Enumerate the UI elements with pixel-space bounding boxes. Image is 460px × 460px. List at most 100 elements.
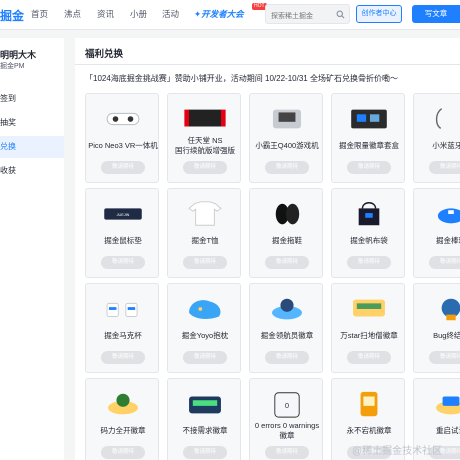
coming-soon-button[interactable]: 敬请期待 [347,351,391,364]
coming-soon-button[interactable]: 敬请期待 [183,161,227,174]
product-card[interactable]: 掘金T恤敬请期待 [167,188,241,278]
nav-dev-conference[interactable]: ✦开发者大会 [194,8,244,20]
product-name: 重启试试 [436,426,460,435]
creator-center-button[interactable]: 创作者中心 [356,5,402,23]
product-name: 掘金马克杯 [104,331,142,340]
coming-soon-button[interactable]: 敬请期待 [265,351,309,364]
product-card[interactable]: 掘金马克杯 敬请期待 [85,283,159,373]
nav-home[interactable]: 首页 [31,8,48,20]
product-name: 掘金T恤 [191,236,219,245]
page-title: 福利兑换 [85,49,124,60]
main-panel: 福利兑换 「1024海底掘金挑战赛」赞助小铺开业，活动期间 10/22-10/3… [75,38,460,460]
coding-badge-icon [108,393,138,415]
cap-icon [437,208,460,224]
game-console-icon [184,109,226,127]
write-article-button[interactable]: 写文章 [412,5,460,23]
product-card[interactable]: 0 0 errors 0 warnings 徽章敬请期待 [249,378,323,460]
coming-soon-button[interactable]: 敬请期待 [101,446,145,459]
no-downtime-badge-icon [360,391,378,417]
product-card[interactable]: 掘金领航员徽章敬请期待 [249,283,323,373]
product-card[interactable]: 掘金Yoyo抱枕 敬请期待 [167,283,241,373]
sidebar-item-exchange[interactable]: 兑换 [0,136,64,158]
product-name: 掘金限量徽章套盒 [339,141,399,150]
product-name: Bug终结者 [433,331,460,340]
zero-error-badge-icon: 0 [274,392,300,418]
product-card[interactable]: 码力全开徽章敬请期待 [85,378,159,460]
product-name: 小霸王Q400游戏机 [255,141,319,150]
product-card[interactable]: 万star扫地僧徽章敬请期待 [331,283,405,373]
sidebar-menu: 签到 抽奖 兑换 收获 [0,88,64,184]
top-header: 掘金 首页 沸点 资讯 小册 活动 ✦开发者大会 HOT 创作者中心 写文章 [0,0,460,30]
product-name: 掘金拖鞋 [272,236,302,245]
coming-soon-button[interactable]: 敬请期待 [183,351,227,364]
coming-soon-button[interactable]: 敬请期待 [183,446,227,459]
product-card[interactable]: 掘金限量徽章套盒敬请期待 [331,93,405,183]
sidebar-item-checkin[interactable]: 签到 [0,88,64,110]
product-name-line2: 国行续航版增强版 [175,146,235,155]
svg-text:JUEJIN: JUEJIN [117,213,130,217]
navigator-badge-icon [272,298,302,320]
restart-badge-icon [436,396,460,415]
product-card[interactable]: 掘金拖鞋 敬请期待 [249,188,323,278]
product-card[interactable]: Pico Neo3 VR一体机敬请期待 [85,93,159,183]
product-name: 掘金帆布袋 [350,236,388,245]
coming-soon-button[interactable]: 敬请期待 [183,256,227,269]
svg-text:0: 0 [285,401,289,410]
star-badge-icon [353,299,385,317]
product-name: 小米蓝牙项 [432,141,460,150]
handheld-console-icon [272,109,302,129]
user-name[interactable]: 明明大木 [0,48,36,61]
coming-soon-button[interactable]: 敬请期待 [101,161,145,174]
search-icon[interactable] [336,10,345,19]
pillow-icon [189,300,221,319]
coming-soon-button[interactable]: 敬请期待 [429,256,460,269]
product-card[interactable]: 小米蓝牙项敬请期待 [413,93,460,183]
product-name: Pico Neo3 VR一体机 [88,141,158,150]
nav-books[interactable]: 小册 [130,8,147,20]
tote-bag-icon [358,202,380,226]
sidebar-item-rewards[interactable]: 收获 [0,160,64,182]
product-card[interactable]: 掘金棒球敬请期待 [413,188,460,278]
user-subtitle: 掘金PM [0,63,25,70]
search-box[interactable] [265,4,350,26]
site-logo[interactable]: 掘金 [0,7,24,24]
coming-soon-button[interactable]: 敬请期待 [429,351,460,364]
nav-news[interactable]: 资讯 [97,8,114,20]
coming-soon-button[interactable]: 敬请期待 [265,256,309,269]
product-name: 掘金领航员徽章 [260,331,314,340]
coming-soon-button[interactable]: 敬请期待 [101,351,145,364]
product-name: 0 errors 0 warnings [254,421,320,430]
coming-soon-button[interactable]: 敬请期待 [347,256,391,269]
tshirt-icon [188,201,222,226]
watermark: @稀土掘金技术社区 [352,446,443,457]
sidebar: 明明大木 掘金PM 签到 抽奖 兑换 收获 [0,38,64,460]
product-card[interactable]: 小霸王Q400游戏机敬请期待 [249,93,323,183]
product-card[interactable]: JUEJIN 掘金鼠标垫 敬请期待 [85,188,159,278]
product-name-line2: 徽章 [279,431,295,440]
product-name: 掘金棒球 [436,236,460,245]
coming-soon-button[interactable]: 敬请期待 [101,256,145,269]
no-request-badge-icon [189,396,221,414]
mousepad-icon: JUEJIN [104,208,142,220]
bug-badge-icon [441,298,460,321]
coming-soon-button[interactable]: 敬请期待 [265,161,309,174]
product-card[interactable]: Bug终结者敬请期待 [413,283,460,373]
product-card[interactable]: 任天堂 NS 国行续航版增强版敬请期待 [167,93,241,183]
mug-icon [106,302,138,317]
product-card[interactable]: 掘金帆布袋 敬请期待 [331,188,405,278]
coming-soon-button[interactable]: 敬请期待 [347,161,391,174]
event-notice: 「1024海底掘金挑战赛」赞助小铺开业，活动期间 10/22-10/31 全场矿… [85,74,398,83]
product-name: 任天堂 NS [187,136,223,145]
nav-events[interactable]: 活动 [162,8,179,20]
coming-soon-button[interactable]: 敬请期待 [265,446,309,459]
slippers-icon [275,203,300,225]
nav-dev-conference-label: 开发者大会 [201,9,244,19]
coming-soon-button[interactable]: 敬请期待 [429,161,460,174]
badge-box-icon [351,109,387,129]
nav-pins[interactable]: 沸点 [64,8,81,20]
sidebar-item-lottery[interactable]: 抽奖 [0,112,64,134]
product-name: 万star扫地僧徽章 [340,331,398,340]
product-name: 码力全开徽章 [100,426,146,435]
product-card[interactable]: 不接需求徽章 敬请期待 [167,378,241,460]
search-input[interactable] [266,7,336,26]
